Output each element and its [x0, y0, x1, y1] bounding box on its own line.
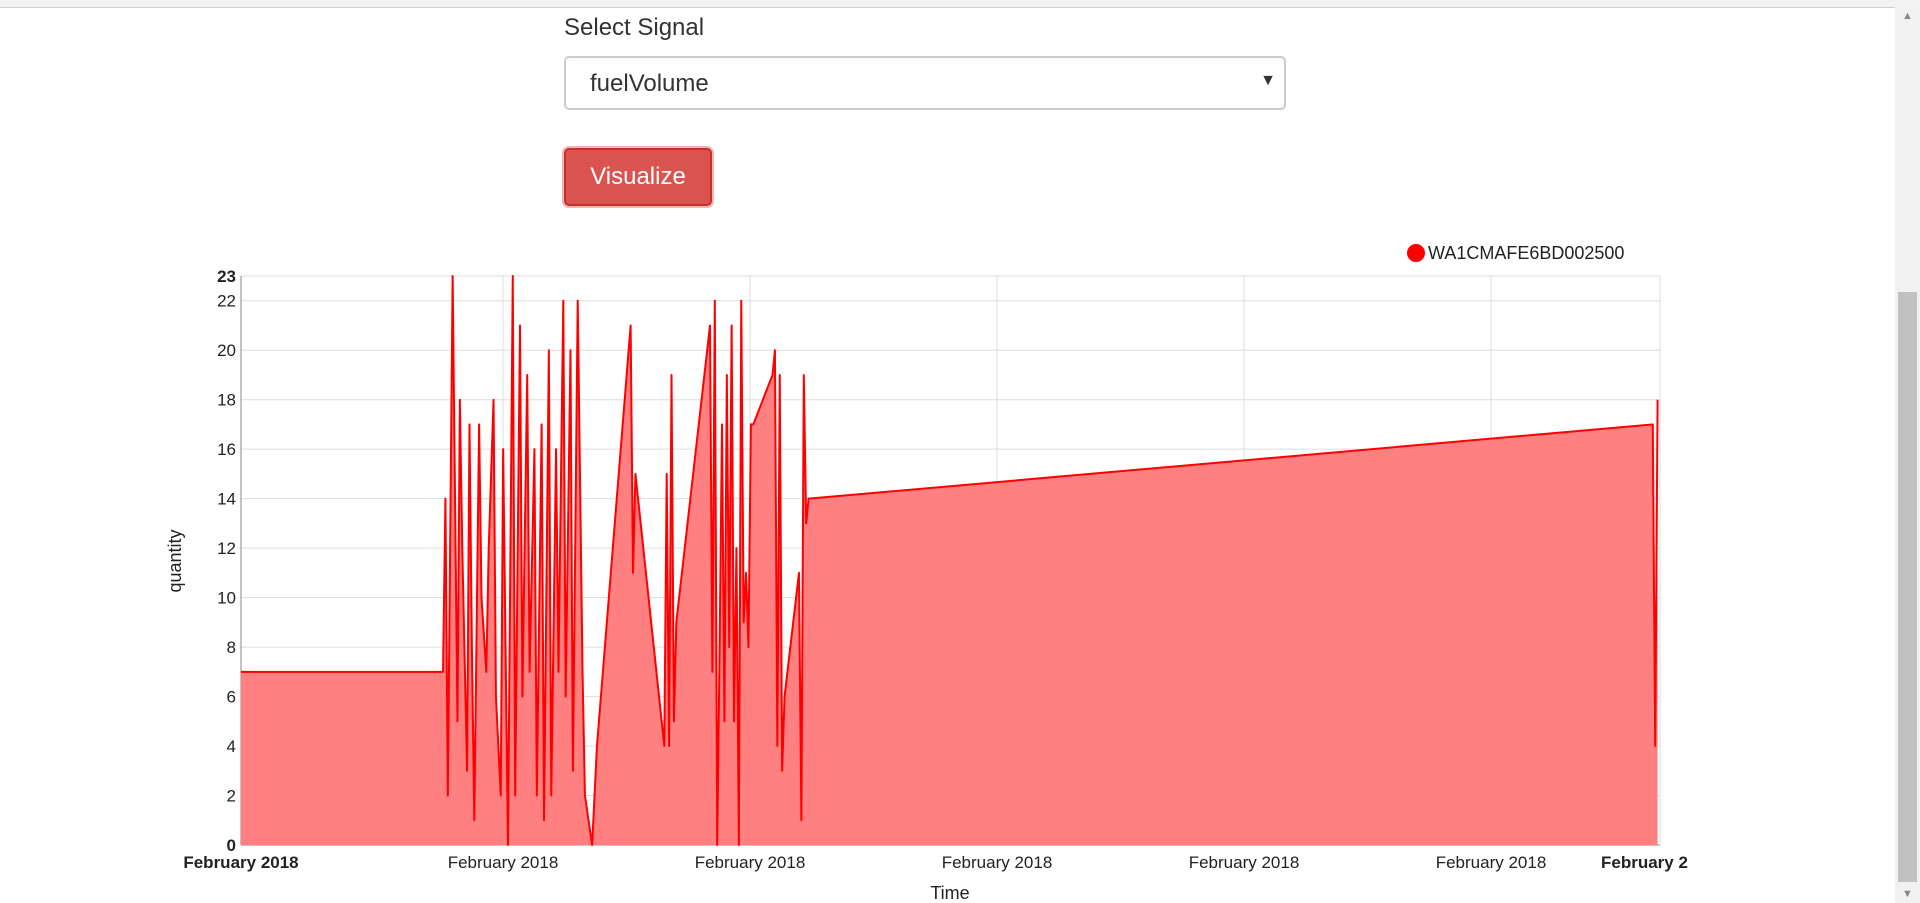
scrollbar-thumb[interactable]: [1898, 292, 1917, 882]
y-tick-label: 14: [217, 490, 236, 509]
y-axis-title: quantity: [165, 529, 185, 592]
y-tick-label: 23: [217, 267, 236, 286]
y-tick-label: 18: [217, 391, 236, 410]
signal-select[interactable]: fuelVolume ▼: [564, 56, 1286, 110]
x-tick-label: February 2018: [183, 853, 298, 872]
y-tick-label: 10: [217, 589, 236, 608]
x-tick-label: February 2: [1601, 853, 1688, 872]
y-tick-label: 2: [227, 787, 236, 806]
x-axis-title: Time: [930, 883, 969, 903]
y-tick-label: 4: [227, 737, 236, 756]
browser-top-edge: [0, 0, 1920, 8]
signal-form: Select Signal fuelVolume ▼: [564, 12, 1286, 110]
y-tick-label: 20: [217, 341, 236, 360]
vertical-scrollbar[interactable]: ▲ ▼: [1895, 7, 1920, 903]
legend-dot-icon: [1407, 244, 1425, 262]
x-tick-label: February 2018: [1189, 853, 1300, 872]
x-tick-label: February 2018: [942, 853, 1053, 872]
signal-select-value: fuelVolume: [590, 70, 709, 97]
x-tick-label: February 2018: [1436, 853, 1547, 872]
x-tick-label: February 2018: [448, 853, 559, 872]
y-tick-label: 16: [217, 440, 236, 459]
y-tick-label: 8: [227, 638, 236, 657]
fuel-volume-chart: 024681012141618202223February 2018 Februa…: [165, 243, 1688, 903]
y-tick-label: 12: [217, 539, 236, 558]
y-tick-label: 6: [227, 688, 236, 707]
scroll-down-arrow-icon[interactable]: ▼: [1895, 885, 1920, 903]
x-tick-label: February 2018: [695, 853, 806, 872]
scroll-up-arrow-icon[interactable]: ▲: [1895, 7, 1920, 25]
select-signal-label: Select Signal: [564, 14, 705, 41]
y-tick-label: 22: [217, 292, 236, 311]
visualize-button[interactable]: Visualize: [564, 148, 712, 206]
legend-label: WA1CMAFE6BD002500: [1428, 243, 1624, 263]
caret-down-icon: ▼: [1260, 72, 1276, 89]
